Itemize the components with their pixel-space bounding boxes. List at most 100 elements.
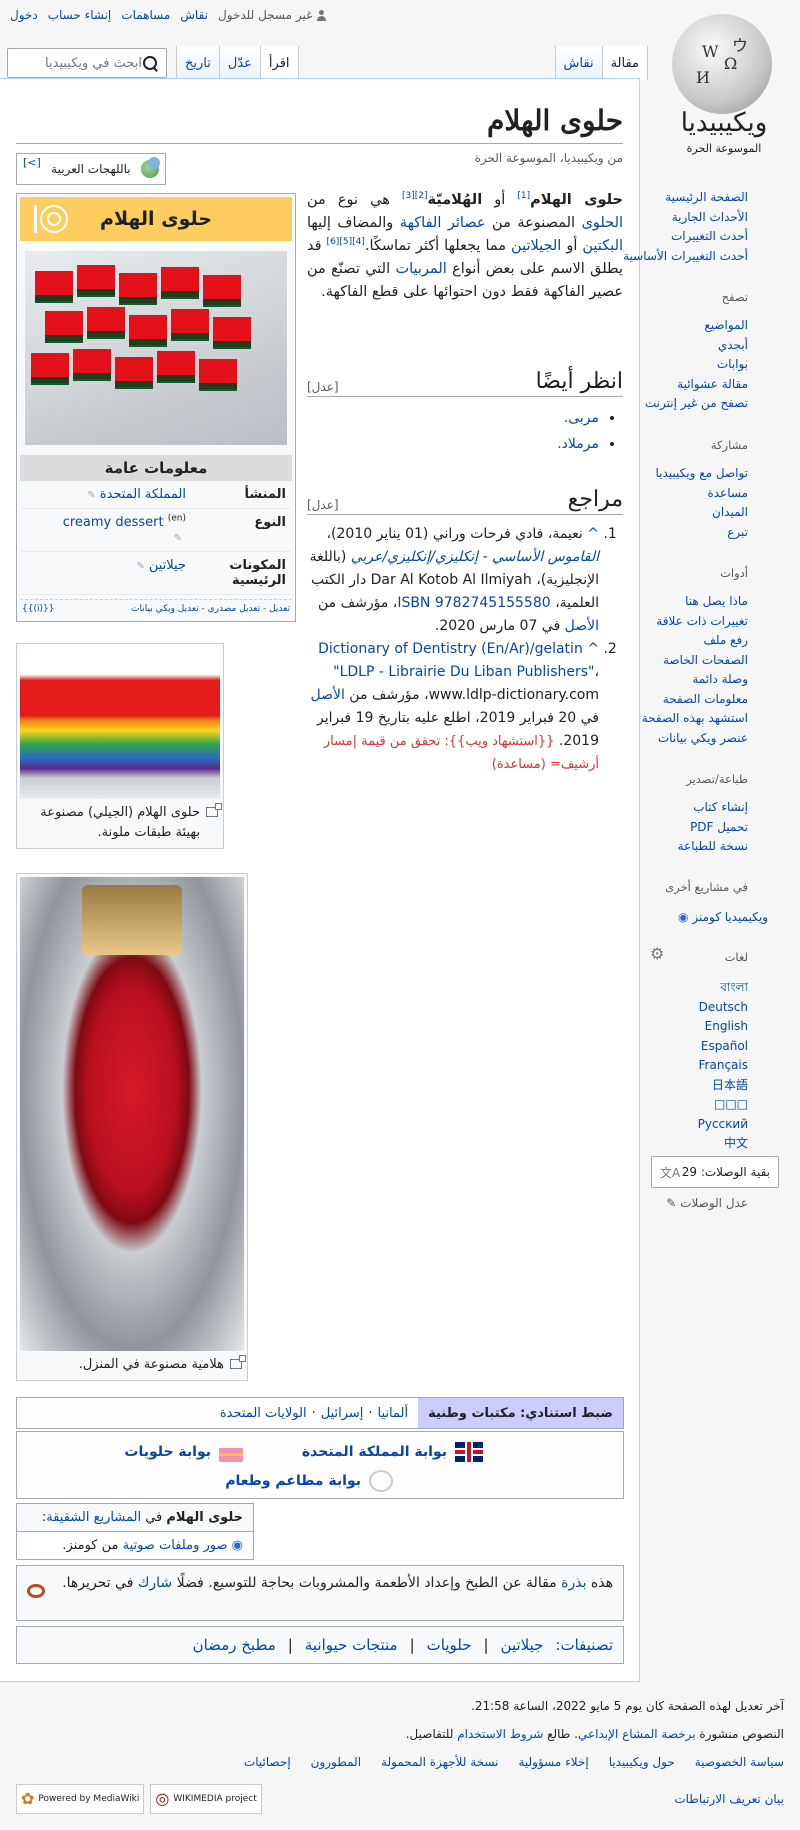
lang-ru[interactable]: Русский [698,1117,748,1131]
nav-recent-changes[interactable]: أحدث التغييرات [671,229,748,243]
tool-related-changes[interactable]: تغييرات ذات علاقة [656,614,748,628]
nav-main-page[interactable]: الصفحة الرئيسية [665,190,748,204]
jelly-cubes-image[interactable] [25,251,287,445]
create-account-link[interactable]: إنشاء حساب [48,8,112,22]
language-settings-icon[interactable]: ⚙ [650,944,664,963]
enlarge-icon[interactable] [230,1355,246,1369]
tab-read[interactable]: اقرأ [259,46,299,80]
layered-jelly-image[interactable] [20,647,220,799]
edit-see-also[interactable]: [عدل] [307,380,339,394]
project-commons[interactable]: ويكيميديا كومنز [692,910,768,924]
pencil-icon[interactable]: ✎ [86,490,95,501]
ref1-book-link[interactable]: القاموس الأساسي - إنكليزي/إنكليزي/عربي [351,549,599,565]
footer-about[interactable]: حول ويكيبيديا [609,1754,675,1770]
portal-desserts[interactable]: بوابة حلويات [124,1444,211,1460]
infobox-edit-links[interactable]: تعديل - تعديل مصدري - تعديل ويكي بيانات [131,604,290,614]
origin-link[interactable]: المملكة المتحدة [100,487,186,502]
wikimedia-badge[interactable]: ◎ WIKIMEDIA project [150,1784,262,1814]
authority-usa[interactable]: الولايات المتحدة [220,1406,307,1421]
ref-5[interactable]: [5] [339,237,352,247]
nav-current-events[interactable]: الأحداث الجارية [672,210,748,224]
ref-2[interactable]: [2] [415,191,428,201]
search-icon[interactable] [142,55,158,71]
ref2-link[interactable]: Dictionary of Dentistry (En/Ar)/gelatin … [318,641,594,680]
tool-cite[interactable]: استشهد بهذه الصفحة [642,711,748,725]
dialects-toggle[interactable]: [>] [23,156,41,169]
license-link[interactable]: برخصة المشاع الإبداعي [578,1727,696,1741]
wikipedia-logo[interactable]: WΩИウ ويكيبيديا الموسوعة الحرة [660,14,788,155]
tab-article[interactable]: مقالة [601,46,648,80]
dialects-box[interactable]: باللهجات العربية [>] [16,153,166,185]
contribute-link[interactable]: شارك [138,1575,172,1591]
ref1-archive-link[interactable]: الأصل [565,618,599,634]
nav-contact[interactable]: تواصل مع ويكيبيديا [655,466,748,480]
wikidata-icon[interactable]: {{(i)}} [22,604,54,614]
footer-developers[interactable]: المطورون [311,1754,361,1770]
lang-es[interactable]: Español [701,1039,748,1053]
lang-en[interactable]: English [705,1019,748,1033]
lang-zh[interactable]: 中文 [724,1136,748,1150]
authority-germany[interactable]: ألمانيا [378,1406,409,1421]
terms-link[interactable]: شروط الاستخدام [457,1727,543,1741]
talk-link[interactable]: نقاش [180,8,208,22]
portal-food[interactable]: بوابة مطاعم وطعام [225,1473,361,1489]
lang-ja[interactable]: 日本語 [712,1078,748,1092]
ref-4[interactable]: [4] [352,237,365,247]
language-more-button[interactable]: بقية الوصلات: 29 文A [651,1156,779,1188]
commons-media-link[interactable]: صور وملفات صوتية [123,1538,228,1553]
category-animal-products[interactable]: منتجات حيوانية [305,1636,398,1654]
sister-link[interactable]: المشاريع الشقيقة [46,1510,141,1525]
edit-links[interactable]: عدل الوصلات ✎ [666,1196,748,1210]
see-also-marmalade[interactable]: مرملاد. [557,436,599,452]
nav-village-pump[interactable]: الميدان [712,505,748,519]
ref-3[interactable]: [3] [402,191,415,201]
footer-mobile[interactable]: نسخة للأجهزة المحمولة [381,1754,498,1770]
nav-donate[interactable]: تبرع [727,525,748,539]
pencil-icon[interactable]: ✎ [135,561,144,572]
tool-special-pages[interactable]: الصفحات الخاصة [663,653,748,667]
lang-fr[interactable]: Français [699,1058,748,1072]
footer-disclaimer[interactable]: إخلاء مسؤولية [518,1754,588,1770]
tab-edit[interactable]: عدّل [218,46,260,80]
category-gelatin[interactable]: جيلاتين [501,1636,544,1654]
nav-portals[interactable]: بوابات [717,357,748,371]
login-link[interactable]: دخول [10,8,38,22]
tab-talk[interactable]: نقاش [554,46,602,80]
category-desserts[interactable]: حلويات [427,1636,472,1654]
mediawiki-badge[interactable]: ✿ Powered by MediaWiki [16,1784,145,1814]
stub-link[interactable]: بذرة [561,1575,586,1591]
lang-other[interactable]: □□□ [714,1097,748,1111]
enlarge-icon[interactable] [206,803,222,817]
lang-de[interactable]: Deutsch [699,1000,748,1014]
footer-privacy[interactable]: سياسة الخصوصية [695,1754,784,1770]
footer-cookie[interactable]: بيان تعريف الارتباطات [674,1792,784,1806]
ingredients-link[interactable]: جيلاتين [149,558,186,573]
nav-help[interactable]: مساعدة [707,486,748,500]
contributions-link[interactable]: مساهمات [121,8,170,22]
pencil-icon[interactable]: ✎ [172,533,182,544]
tool-upload[interactable]: رفع ملف [703,633,748,647]
tool-page-info[interactable]: معلومات الصفحة [663,692,748,706]
link-gelatin[interactable]: الجيلاتين [511,238,561,254]
categories-label[interactable]: تصنيفات: [555,1636,613,1654]
print-create-book[interactable]: إنشاء كتاب [693,800,748,814]
category-ramadan[interactable]: مطبخ رمضان [193,1636,276,1654]
nav-random[interactable]: مقالة عشوائية [677,377,748,391]
lang-bn[interactable]: বাংলা [720,980,748,994]
ref2-archive-link[interactable]: الأصل [310,687,344,703]
nav-topics[interactable]: المواضيع [704,318,748,332]
search-input[interactable] [0,55,142,71]
edit-references[interactable]: [عدل] [307,498,339,512]
link-juices[interactable]: عصائر الفاكهة [400,215,486,231]
homemade-jelly-image[interactable] [20,877,244,1351]
footer-statistics[interactable]: إحصائيات [244,1754,291,1770]
authority-israel[interactable]: إسرائيل [321,1406,364,1421]
ref-1[interactable]: [1] [517,191,530,201]
link-jams[interactable]: المربيات [395,261,446,277]
print-pdf[interactable]: تحميل PDF [690,820,748,834]
isbn-link[interactable]: ISBN 9782745155580 [397,595,550,611]
portal-uk[interactable]: بوابة المملكة المتحدة [302,1444,447,1460]
print-printable[interactable]: نسخة للطباعة [678,839,748,853]
type-link[interactable]: creamy dessert [63,515,164,530]
nav-alphabetical[interactable]: أبجدي [718,338,748,352]
